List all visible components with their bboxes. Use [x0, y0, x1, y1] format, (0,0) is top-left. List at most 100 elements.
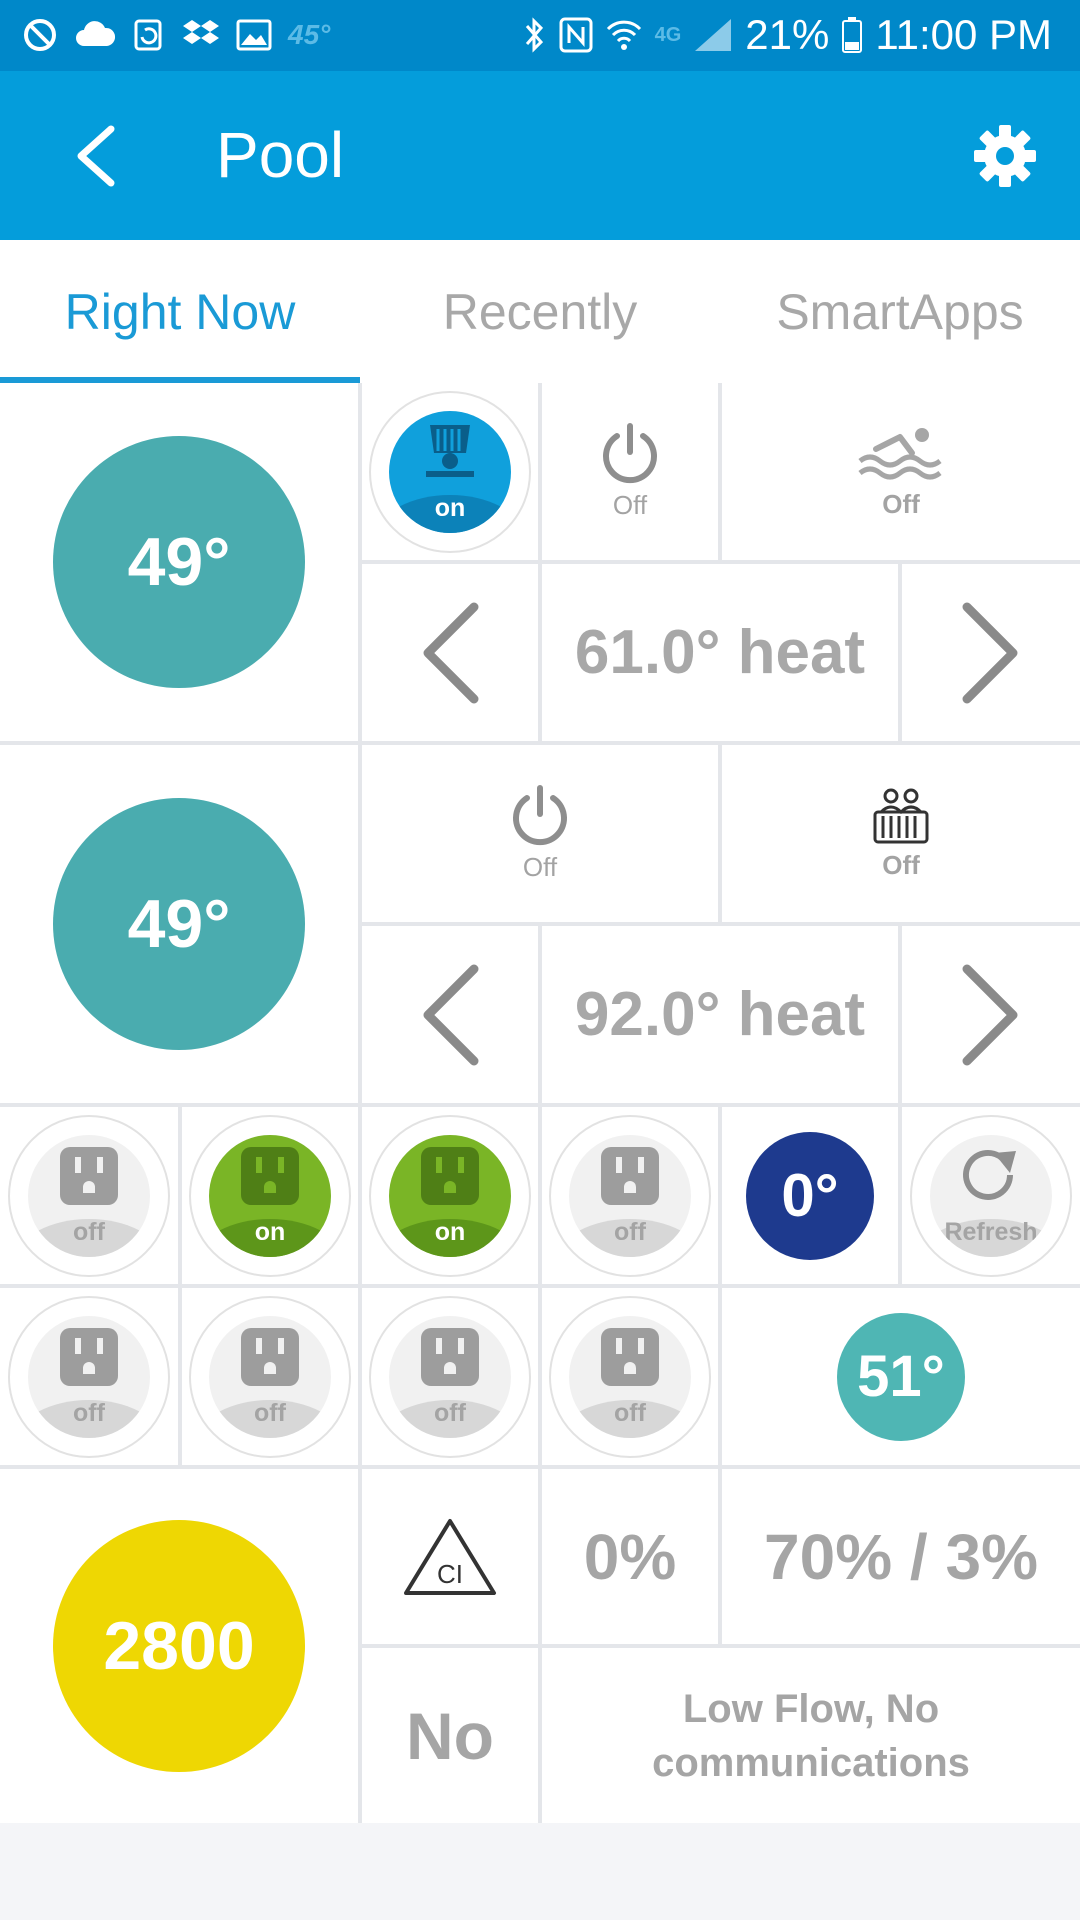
outlet-tile[interactable]: off: [362, 1288, 538, 1465]
page-title: Pool: [216, 119, 345, 191]
pool-setpoint-decrease[interactable]: [362, 564, 538, 741]
outlet-label: off: [614, 1217, 646, 1246]
pool-power-tile[interactable]: Off: [542, 383, 718, 560]
water-temp-circle: 51°: [837, 1312, 965, 1441]
weather-temp: 45°: [288, 19, 331, 50]
tab-right-now[interactable]: Right Now: [0, 240, 360, 383]
chlorinator-status-tile: Low Flow, No communications: [542, 1648, 1080, 1823]
pool-setpoint: 61.0° heat: [574, 618, 866, 687]
outlet-label: off: [73, 1398, 105, 1427]
status-bar: 45° 4G 21% 11:00 PM: [0, 0, 1080, 71]
tab-recently[interactable]: Recently: [360, 240, 720, 383]
chlorinator-output: 70% / 3%: [764, 1520, 1038, 1593]
outlet-tile[interactable]: off: [542, 1288, 718, 1465]
image-icon: [236, 19, 272, 51]
spa-power-label: Off: [522, 852, 558, 882]
sync-icon: [134, 19, 162, 51]
chlorine-percent-tile: 0%: [542, 1469, 718, 1644]
outlet-label: off: [434, 1398, 466, 1427]
outlet-tile[interactable]: on: [362, 1107, 538, 1284]
refresh-label: Refresh: [944, 1217, 1038, 1246]
outlet-icon: [421, 1146, 479, 1205]
outlet-label: off: [73, 1217, 105, 1246]
air-temp-circle: 0°: [746, 1131, 874, 1260]
hot-tub-icon: [873, 788, 929, 844]
app-bar: Pool: [0, 71, 1080, 240]
spa-setpoint-decrease[interactable]: [362, 926, 538, 1103]
spa-mode-tile[interactable]: Off: [722, 745, 1080, 922]
battery-percent: 21%: [745, 11, 830, 58]
back-button[interactable]: [50, 111, 140, 201]
network-type: 4G: [654, 23, 682, 46]
spa-setpoint: 92.0° heat: [574, 980, 866, 1049]
pool-light-label: on: [434, 493, 466, 522]
outlet-label: off: [614, 1398, 646, 1427]
pool-light-icon: [426, 424, 474, 477]
dropbox-icon: [183, 20, 219, 44]
pool-mode-tile[interactable]: Off: [722, 383, 1080, 560]
chlorine-warning-tile[interactable]: CI: [362, 1469, 538, 1644]
battery-icon: [842, 17, 863, 53]
signal-icon: [695, 19, 732, 51]
chlorinator-output-tile: 70% / 3%: [722, 1469, 1080, 1644]
outlet-icon: [60, 1146, 118, 1205]
pool-setpoint-increase[interactable]: [902, 564, 1080, 741]
outlet-tile[interactable]: off: [0, 1107, 178, 1284]
gear-icon: [974, 125, 1036, 187]
outlet-icon: [60, 1327, 118, 1386]
chevron-left-icon: [423, 964, 479, 1065]
spa-mode-label: Off: [882, 850, 920, 880]
tab-smartapps[interactable]: SmartApps: [720, 240, 1080, 383]
settings-button[interactable]: [960, 111, 1050, 201]
pool-temp-circle: 49°: [53, 436, 305, 688]
chlorine-warning-icon: CI: [404, 1518, 496, 1595]
do-not-disturb-icon: [24, 19, 56, 51]
nfc-icon: [559, 17, 593, 53]
spa-temp-tile[interactable]: 49°: [0, 745, 358, 1103]
bluetooth-icon: [525, 17, 543, 53]
outlet-label: on: [434, 1217, 466, 1246]
tab-bar: Right Now Recently SmartApps: [0, 240, 1080, 383]
chevron-right-icon: [962, 602, 1018, 703]
spa-temp-circle: 49°: [53, 798, 305, 1050]
spa-setpoint-increase[interactable]: [902, 926, 1080, 1103]
power-icon: [513, 785, 567, 846]
outlet-icon: [241, 1327, 299, 1386]
outlet-icon: [601, 1146, 659, 1205]
outlet-tile[interactable]: off: [542, 1107, 718, 1284]
chlorine-percent: 0%: [583, 1520, 677, 1593]
outlet-icon: [601, 1327, 659, 1386]
salt-level-circle: 2800: [53, 1520, 305, 1772]
chevron-right-icon: [962, 964, 1018, 1065]
spa-power-tile[interactable]: Off: [362, 745, 718, 922]
chevron-left-icon: [423, 602, 479, 703]
spa-setpoint-tile: 92.0° heat: [542, 926, 898, 1103]
outlet-tile[interactable]: on: [182, 1107, 358, 1284]
water-temp-tile[interactable]: 51°: [722, 1288, 1080, 1465]
pool-temp-tile[interactable]: 49°: [0, 383, 358, 741]
pool-power-label: Off: [612, 490, 648, 520]
outlet-tile[interactable]: off: [182, 1288, 358, 1465]
refresh-icon: [963, 1149, 1016, 1200]
cloud-icon: [76, 21, 116, 46]
outlet-icon: [421, 1327, 479, 1386]
svg-text:CI: CI: [437, 1559, 463, 1589]
outlet-icon: [241, 1146, 299, 1205]
super-chlorinate-value: No: [406, 1698, 494, 1773]
pool-mode-label: Off: [882, 489, 920, 519]
wifi-calling-icon: [606, 20, 641, 50]
swimmer-icon: [858, 428, 942, 480]
device-grid: 49° on Off Off 61.0° heat 49° Off Off 92…: [0, 383, 1080, 1823]
refresh-tile[interactable]: Refresh: [902, 1107, 1080, 1284]
clock: 11:00 PM: [875, 11, 1052, 58]
air-temp-tile[interactable]: 0°: [722, 1107, 898, 1284]
salt-level-tile[interactable]: 2800: [0, 1469, 358, 1823]
super-chlorinate-tile[interactable]: No: [362, 1648, 538, 1823]
back-arrow-icon: [77, 125, 115, 187]
outlet-label: off: [254, 1398, 286, 1427]
outlet-label: on: [254, 1217, 286, 1246]
chlorinator-status: Low Flow, No communications: [652, 1686, 970, 1785]
outlet-tile[interactable]: off: [0, 1288, 178, 1465]
pool-light-tile[interactable]: on: [362, 383, 538, 560]
power-icon: [603, 423, 657, 484]
